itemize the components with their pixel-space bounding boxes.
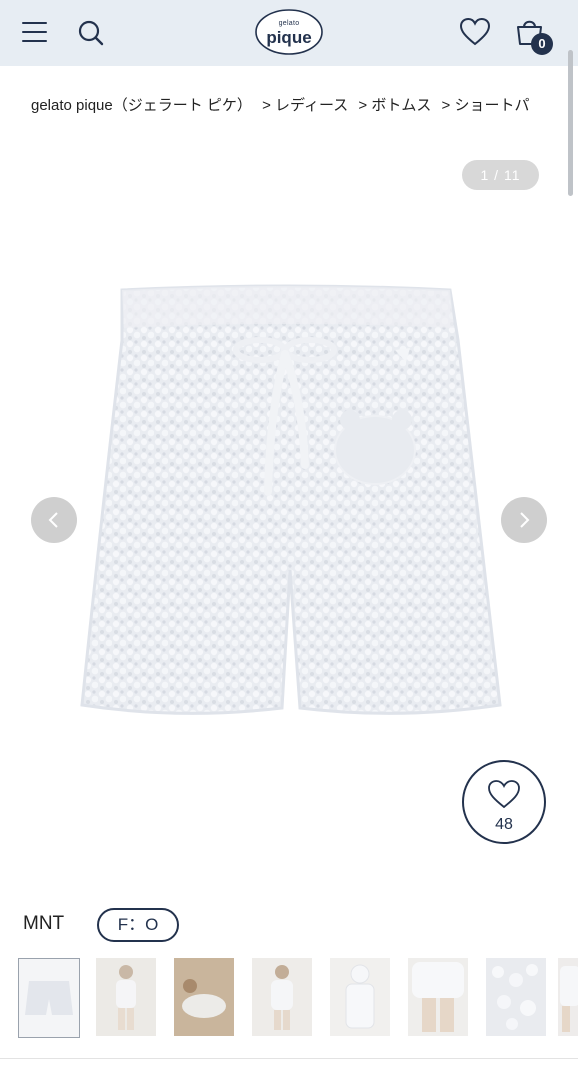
- breadcrumb-item-bottoms[interactable]: > ボトムス: [358, 97, 431, 114]
- image-counter: 1 / 11: [462, 160, 539, 190]
- thumbnail-3[interactable]: [174, 958, 236, 1038]
- product-image[interactable]: [70, 270, 510, 720]
- site-header: gelato pique 0: [0, 0, 578, 66]
- breadcrumb: gelato pique（ジェラート ピケ） > レディース > ボトムス > …: [31, 94, 551, 116]
- thumbnail-8[interactable]: [558, 958, 578, 1038]
- thumbnail-4[interactable]: [252, 958, 314, 1038]
- breadcrumb-item-brand[interactable]: gelato pique（ジェラート ピケ）: [31, 97, 252, 114]
- divider: [0, 1058, 578, 1059]
- color-label: MNT: [23, 913, 65, 934]
- thumbnail-1[interactable]: [18, 958, 80, 1038]
- thumbnail-7[interactable]: [486, 958, 548, 1038]
- favorites-heart-icon[interactable]: [459, 17, 491, 47]
- logo-subtext: gelato: [278, 20, 300, 27]
- scrollbar[interactable]: [568, 50, 573, 196]
- thumbnail-5[interactable]: [330, 958, 392, 1038]
- thumbnail-6[interactable]: [408, 958, 470, 1038]
- gallery-next-button[interactable]: [501, 497, 547, 543]
- breadcrumb-item-shorts[interactable]: > ショートパ: [442, 97, 530, 114]
- thumbnail-strip: [18, 958, 578, 1040]
- chevron-right-icon: [520, 512, 530, 528]
- search-icon[interactable]: [77, 19, 105, 47]
- favorite-button[interactable]: 48: [462, 760, 546, 844]
- breadcrumb-item-ladies[interactable]: > レディース: [262, 97, 348, 114]
- size-option-button[interactable]: F：O: [97, 908, 179, 942]
- hamburger-menu-icon[interactable]: [22, 20, 48, 44]
- cart-count-badge: 0: [531, 33, 553, 55]
- thumbnail-2[interactable]: [96, 958, 158, 1038]
- chevron-left-icon: [48, 512, 58, 528]
- heart-icon: [488, 780, 520, 809]
- brand-logo[interactable]: gelato pique: [254, 8, 324, 56]
- favorite-count: 48: [495, 816, 513, 833]
- logo-text: pique: [266, 28, 312, 47]
- gallery-prev-button[interactable]: [31, 497, 77, 543]
